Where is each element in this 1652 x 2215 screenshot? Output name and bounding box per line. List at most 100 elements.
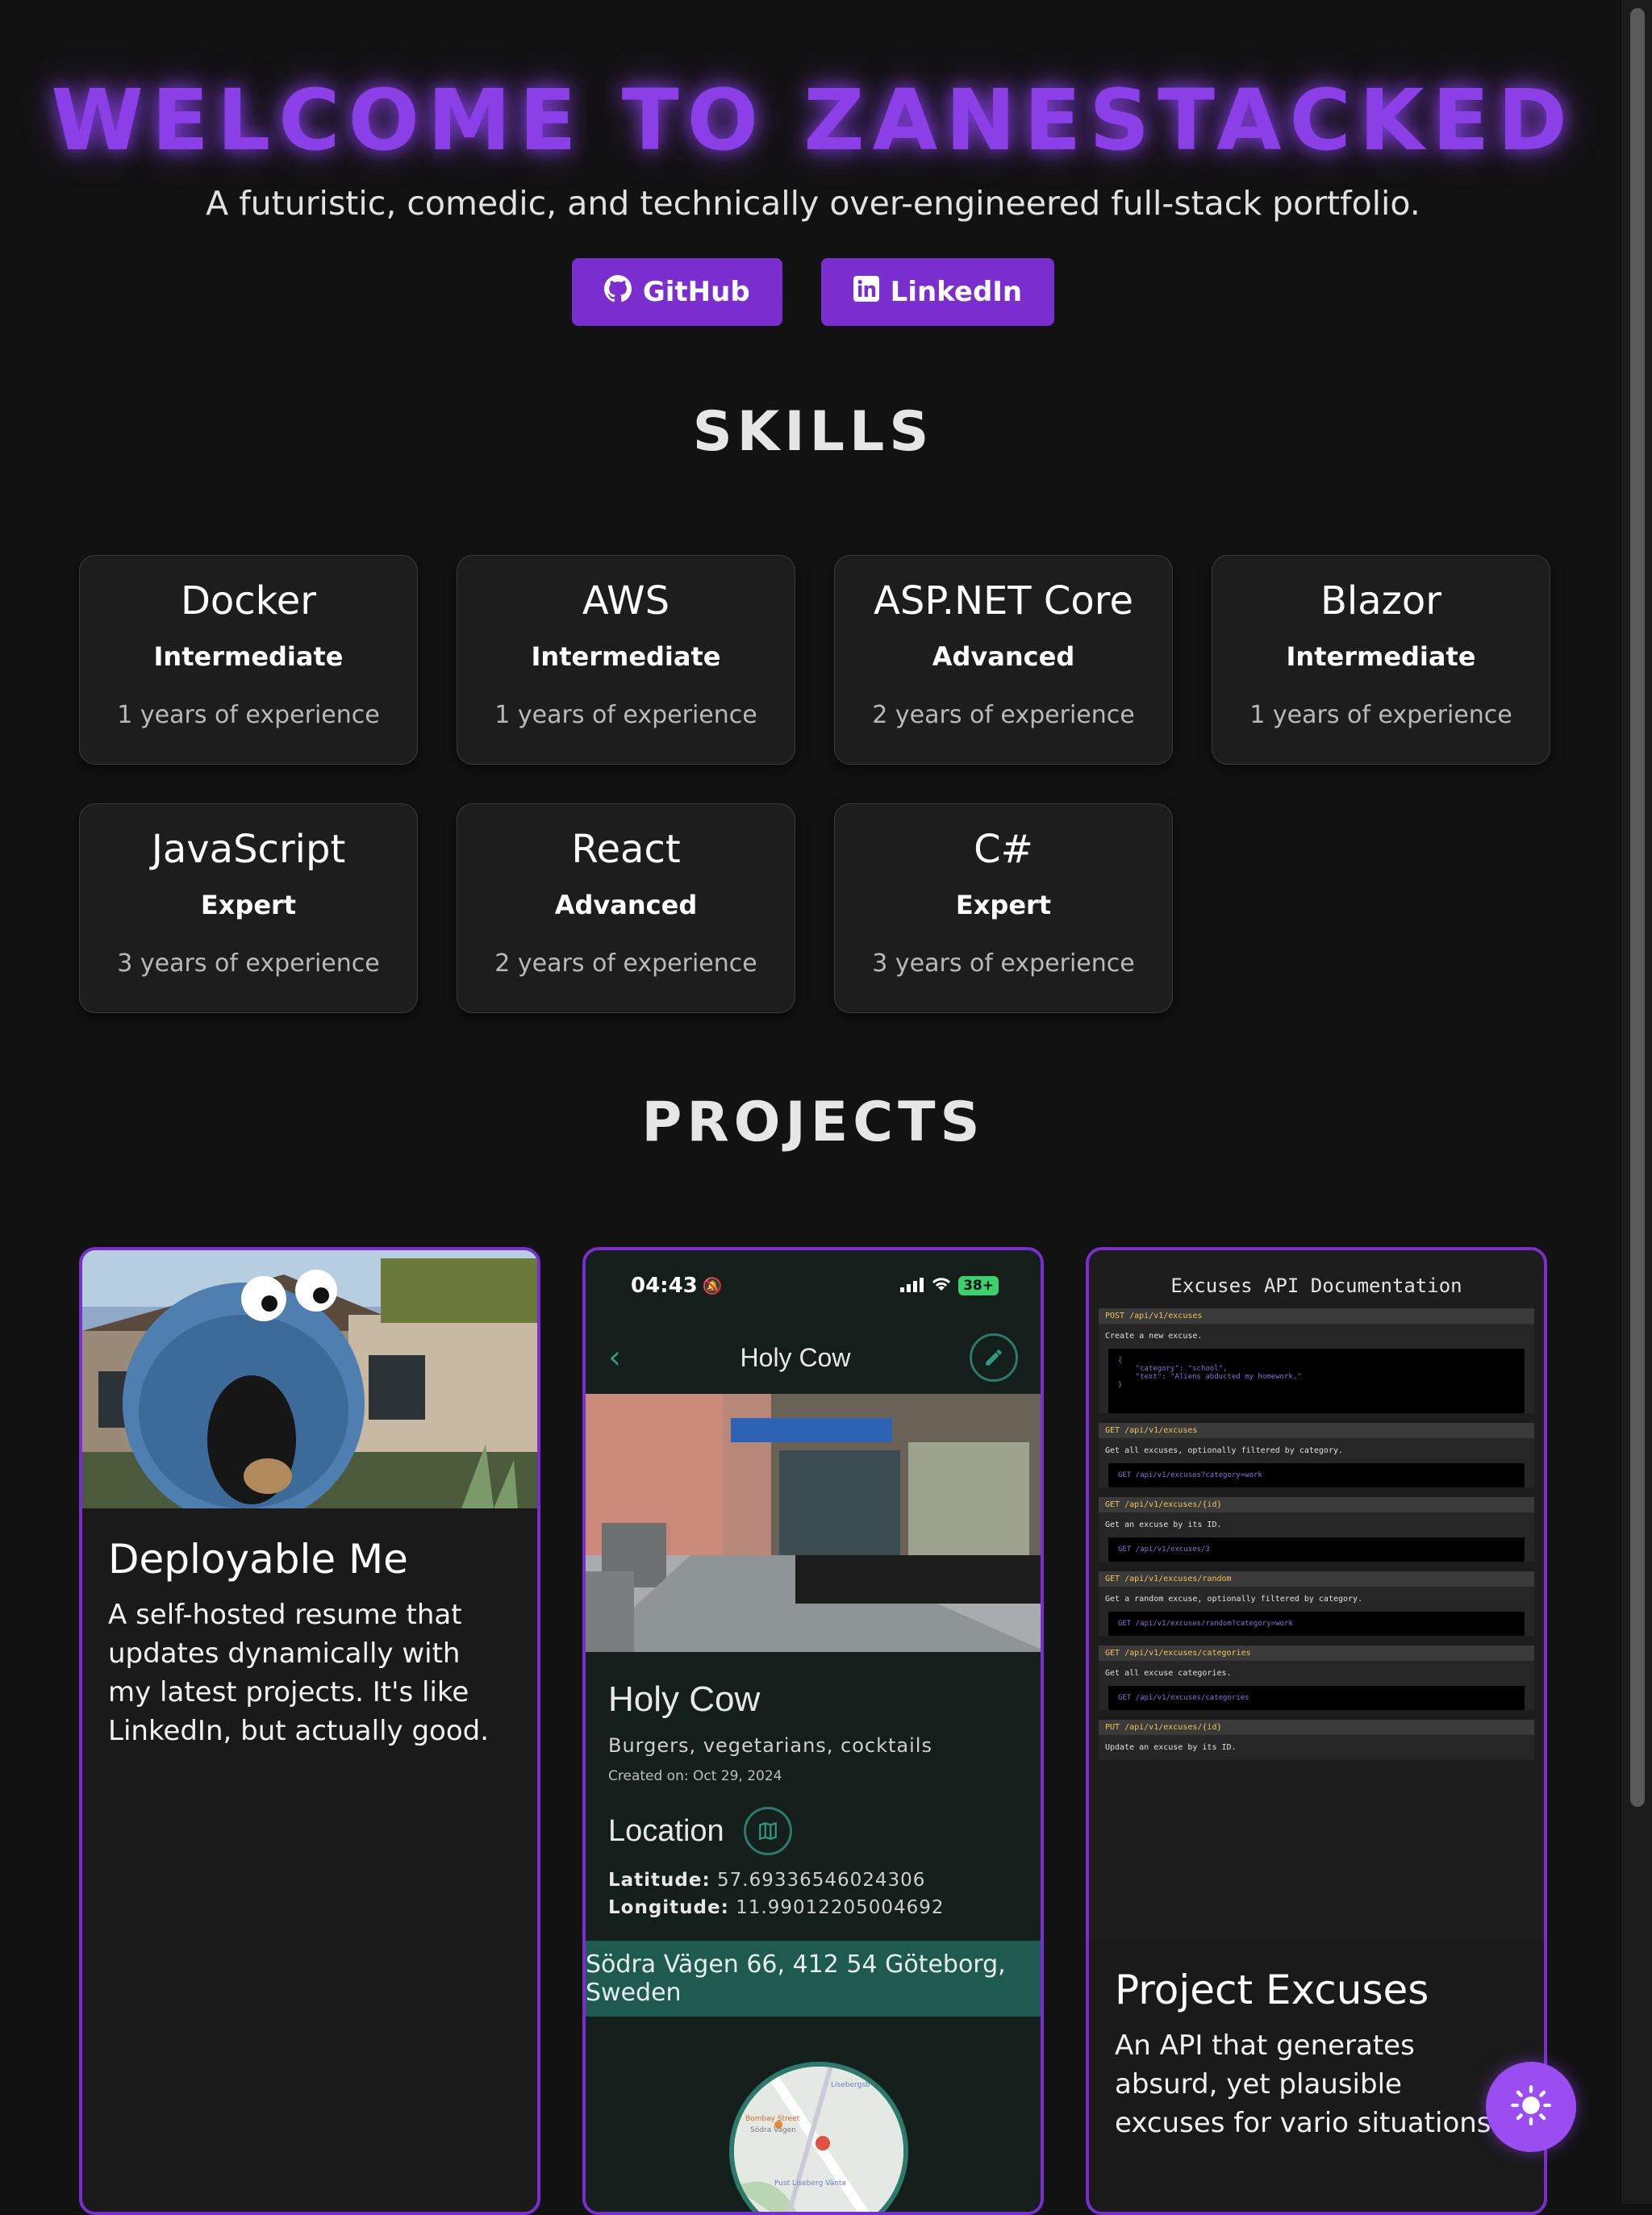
longitude-value: 11.99012205004692 — [736, 1897, 945, 1918]
endpoint-route: POST /api/v1/excuses — [1099, 1308, 1534, 1324]
skill-level: Intermediate — [531, 641, 721, 672]
phone-nav-title: Holy Cow — [740, 1342, 851, 1372]
linkedin-icon — [853, 275, 879, 309]
skill-years: 3 years of experience — [872, 949, 1135, 978]
endpoint-description: Update an excuse by its ID. — [1105, 1743, 1237, 1752]
linkedin-label: LinkedIn — [890, 276, 1023, 308]
latitude-row: Latitude: 57.69336546024306 — [608, 1870, 1018, 1891]
phone-nav-bar: ‹ Holy Cow — [586, 1321, 1041, 1394]
skill-level: Intermediate — [153, 641, 344, 672]
skill-level: Advanced — [932, 641, 1075, 672]
github-icon — [603, 274, 632, 310]
phone-status-bar: 04:43 🔕 38+ — [586, 1250, 1041, 1321]
map-label: Södra Vägen — [750, 2126, 796, 2134]
back-chevron-icon: ‹ — [608, 1339, 621, 1376]
skill-name: Docker — [180, 578, 317, 624]
restaurant-photo — [586, 1394, 1041, 1652]
api-docs-screenshot: Excuses API Documentation POST /api/v1/e… — [1089, 1250, 1544, 1939]
endpoint-route: GET /api/v1/excuses/random — [1099, 1571, 1534, 1587]
edit-pencil-icon — [969, 1333, 1018, 1382]
skill-name: C# — [974, 827, 1033, 872]
skill-years: 2 years of experience — [872, 701, 1135, 729]
skill-level: Expert — [200, 890, 297, 920]
endpoint-example: GET /api/v1/excuses/random?category=work — [1108, 1612, 1525, 1636]
github-button[interactable]: GitHub — [571, 258, 782, 326]
skill-card: C# Expert 3 years of experience — [834, 803, 1173, 1013]
page-scrollbar[interactable] — [1622, 0, 1652, 2204]
restaurant-name: Holy Cow — [608, 1679, 761, 1719]
endpoint-route: GET /api/v1/excuses — [1099, 1423, 1534, 1438]
restaurant-created-date: Created on: Oct 29, 2024 — [608, 1768, 782, 1784]
endpoint-description: Get an excuse by its ID. — [1105, 1520, 1222, 1529]
endpoint-example: { "category": "school", "text": "Aliens … — [1108, 1349, 1525, 1413]
api-endpoint: PUT /api/v1/excuses/{id} Update an excus… — [1099, 1720, 1534, 1760]
projects-grid: Deployable Me A self-hosted resume that … — [79, 1247, 1547, 2215]
skill-card: React Advanced 2 years of experience — [457, 803, 795, 1013]
scrollbar-thumb[interactable] — [1630, 8, 1645, 1807]
longitude-label: Longitude: — [608, 1897, 729, 1918]
phone-screenshot: 04:43 🔕 38+ ‹ Holy Cow Holy Cow Burgers,… — [586, 1250, 1041, 2212]
api-endpoint: GET /api/v1/excuses/random Get a random … — [1099, 1571, 1534, 1636]
skill-name: React — [571, 827, 681, 872]
skill-level: Expert — [955, 890, 1052, 920]
endpoint-description: Get all excuse categories. — [1105, 1669, 1232, 1678]
skill-years: 1 years of experience — [117, 701, 380, 729]
endpoint-route: GET /api/v1/excuses/categories — [1099, 1646, 1534, 1661]
api-endpoint: GET /api/v1/excuses/categories Get all e… — [1099, 1646, 1534, 1710]
endpoint-route: PUT /api/v1/excuses/{id} — [1099, 1720, 1534, 1735]
skill-level: Advanced — [554, 890, 698, 920]
skills-heading: SKILLS — [692, 400, 934, 464]
hero-subtitle: A futuristic, comedic, and technically o… — [206, 184, 1420, 223]
endpoint-example: GET /api/v1/excuses?category=work — [1108, 1463, 1525, 1487]
skill-card: ASP.NET Core Advanced 2 years of experie… — [834, 555, 1173, 765]
project-description: A self-hosted resume that updates dynami… — [108, 1599, 490, 1747]
location-heading: Location — [608, 1813, 724, 1848]
skill-years: 2 years of experience — [494, 949, 757, 978]
api-endpoint: GET /api/v1/excuses/{id} Get an excuse b… — [1099, 1497, 1534, 1562]
project-title: Project Excuses — [1115, 1967, 1429, 2013]
api-endpoint: POST /api/v1/excuses Create a new excuse… — [1099, 1308, 1534, 1413]
skill-years: 1 years of experience — [1249, 701, 1512, 729]
project-card-holy-cow[interactable]: 04:43 🔕 38+ ‹ Holy Cow Holy Cow Burgers,… — [582, 1247, 1044, 2215]
skill-name: Blazor — [1320, 578, 1441, 624]
endpoint-route: GET /api/v1/excuses/{id} — [1099, 1497, 1534, 1512]
map-label: Lisebergsb — [831, 2081, 870, 2089]
bell-muted-icon: 🔕 — [702, 1276, 723, 1295]
project-description: An API that generates absurd, yet plausi… — [1115, 2029, 1500, 2139]
latitude-label: Latitude: — [608, 1870, 711, 1891]
skill-level: Intermediate — [1286, 641, 1476, 672]
endpoint-description: Get all excuses, optionally filtered by … — [1105, 1446, 1344, 1455]
project-card-deployable-me[interactable]: Deployable Me A self-hosted resume that … — [79, 1247, 540, 2215]
phone-time: 04:43 — [631, 1274, 698, 1298]
map-label: Bombay Street — [745, 2115, 800, 2123]
endpoint-description: Get a random excuse, optionally filtered… — [1105, 1595, 1363, 1604]
social-buttons: GitHub LinkedIn — [0, 258, 1626, 326]
map-icon — [743, 1807, 792, 1855]
mini-map: Lisebergsb Bombay Street Södra Vägen Pus… — [729, 2062, 908, 2212]
skill-card: JavaScript Expert 3 years of experience — [79, 803, 418, 1013]
api-docs-heading: Excuses API Documentation — [1170, 1274, 1462, 1297]
latitude-value: 57.69336546024306 — [717, 1870, 926, 1891]
endpoint-example: GET /api/v1/excuses/categories — [1108, 1686, 1525, 1710]
theme-toggle-button[interactable] — [1486, 2062, 1576, 2152]
project-card-excuses[interactable]: Excuses API Documentation POST /api/v1/e… — [1086, 1247, 1547, 2215]
wifi-icon — [931, 1274, 952, 1298]
skill-name: JavaScript — [151, 827, 346, 872]
restaurant-tags: Burgers, vegetarians, cocktails — [608, 1734, 932, 1757]
endpoint-example: GET /api/v1/excuses/3 — [1108, 1537, 1525, 1562]
skill-name: ASP.NET Core — [874, 578, 1133, 624]
skill-name: AWS — [582, 578, 670, 624]
skills-grid: Docker Intermediate 1 years of experienc… — [79, 555, 1550, 1013]
project-title: Deployable Me — [108, 1536, 408, 1583]
skill-years: 3 years of experience — [117, 949, 380, 978]
linkedin-button[interactable]: LinkedIn — [820, 258, 1055, 326]
battery-indicator: 38+ — [958, 1276, 999, 1295]
skill-card: AWS Intermediate 1 years of experience — [457, 555, 795, 765]
skill-card: Blazor Intermediate 1 years of experienc… — [1212, 555, 1550, 765]
hero-title: WELCOME TO ZANESTACKED — [51, 71, 1575, 169]
longitude-row: Longitude: 11.99012205004692 — [608, 1897, 1018, 1918]
restaurant-address: Södra Vägen 66, 412 54 Göteborg, Sweden — [586, 1941, 1041, 2017]
skill-years: 1 years of experience — [494, 701, 757, 729]
project-image — [82, 1250, 537, 1508]
endpoint-description: Create a new excuse. — [1105, 1332, 1203, 1341]
